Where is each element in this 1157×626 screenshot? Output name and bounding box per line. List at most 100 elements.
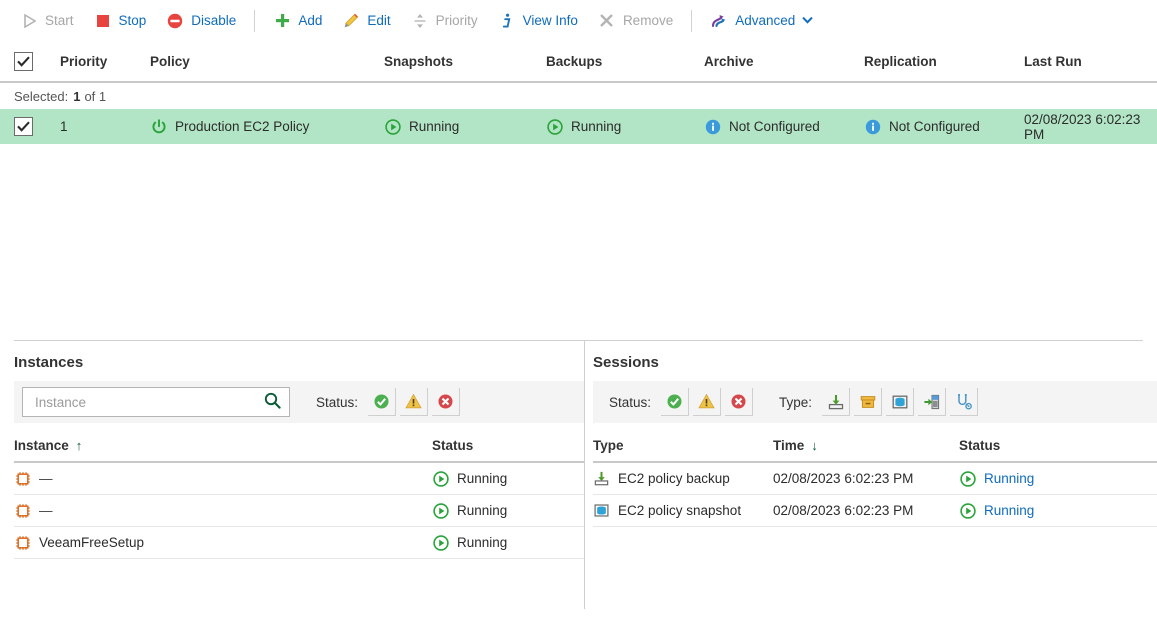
success-filter-icon[interactable] <box>661 388 690 416</box>
running-icon <box>959 470 976 487</box>
success-filter-icon[interactable] <box>368 388 397 416</box>
warning-filter-icon[interactable] <box>693 388 722 416</box>
instance-name-cell: — <box>14 502 432 519</box>
error-filter-icon[interactable] <box>725 388 754 416</box>
sort-descending-icon: ↓ <box>811 437 818 453</box>
cell-replication: Not Configured <box>864 118 1024 135</box>
list-item[interactable]: EC2 policy backup 02/08/2023 6:02:23 PM … <box>593 463 1157 495</box>
running-icon <box>432 534 449 551</box>
session-status[interactable]: Running <box>984 503 1034 518</box>
session-type-cell: EC2 policy backup <box>593 470 773 487</box>
remove-button[interactable]: Remove <box>588 6 683 36</box>
backup-type-icon <box>593 470 610 487</box>
row-checkbox[interactable] <box>14 117 33 136</box>
snapshot-type-icon <box>593 502 610 519</box>
archive-type-icon[interactable] <box>854 388 883 416</box>
toolbar-separator-1 <box>254 9 256 32</box>
disable-label: Disable <box>191 13 237 28</box>
list-item[interactable]: VeeamFreeSetup Running <box>14 527 584 559</box>
view-info-button[interactable]: View Info <box>488 6 588 36</box>
advanced-button[interactable]: Advanced <box>700 6 823 36</box>
session-status[interactable]: Running <box>984 471 1034 486</box>
disable-icon <box>166 12 184 30</box>
selected-label: Selected: <box>14 88 69 104</box>
advanced-icon <box>710 12 728 30</box>
disable-button[interactable]: Disable <box>156 6 246 36</box>
chevron-down-icon <box>802 15 813 27</box>
header-instance[interactable]: Instance ↑ <box>14 438 432 453</box>
sessions-panel: Sessions Status: Type: Type Time ↓ Statu… <box>585 341 1157 609</box>
sessions-title: Sessions <box>593 354 659 371</box>
cell-archive: Not Configured <box>704 118 864 135</box>
cell-backups: Running <box>546 118 704 135</box>
header-instance-status[interactable]: Status <box>432 438 584 453</box>
edit-label: Edit <box>367 13 391 28</box>
add-button[interactable]: Add <box>263 6 332 36</box>
list-item[interactable]: — Running <box>14 495 584 527</box>
stop-button[interactable]: Stop <box>84 6 157 36</box>
cell-snapshots: Running <box>384 118 546 135</box>
priority-icon <box>411 12 429 30</box>
table-row[interactable]: 1 Production EC2 Policy Running Running <box>0 109 1157 144</box>
info-icon <box>498 12 516 30</box>
stop-label: Stop <box>118 13 147 28</box>
header-priority[interactable]: Priority <box>60 54 150 69</box>
instances-table-header: Instance ↑ Status <box>14 429 584 463</box>
header-backups[interactable]: Backups <box>546 54 704 69</box>
search-icon[interactable] <box>264 392 281 412</box>
error-filter-icon[interactable] <box>432 388 461 416</box>
instance-search[interactable] <box>22 387 290 417</box>
backups-status: Running <box>571 119 622 134</box>
ec2-instance-icon <box>14 534 31 551</box>
sessions-table-header: Type Time ↓ Status <box>593 429 1157 463</box>
pencil-icon <box>342 12 360 30</box>
instances-status-label: Status: <box>316 394 359 410</box>
select-all-checkbox[interactable] <box>14 51 33 71</box>
snapshot-type-icon[interactable] <box>886 388 915 416</box>
running-icon <box>432 470 449 487</box>
toolbar: Start Stop Disable Add Edit Priority Vie… <box>0 0 1157 41</box>
ec2-instance-icon <box>14 470 31 487</box>
session-type: EC2 policy backup <box>618 471 730 486</box>
start-label: Start <box>45 13 74 28</box>
header-session-time[interactable]: Time ↓ <box>773 438 959 453</box>
instance-status-cell: Running <box>432 502 584 519</box>
restore-type-icon[interactable] <box>918 388 947 416</box>
running-icon <box>384 118 401 135</box>
session-time: 02/08/2023 6:02:23 PM <box>773 471 914 486</box>
selection-summary: Selected: 1 of 1 <box>0 83 1157 109</box>
policy-grid-empty-area <box>0 144 1157 340</box>
priority-button[interactable]: Priority <box>401 6 488 36</box>
instance-status: Running <box>457 471 508 486</box>
header-snapshots[interactable]: Snapshots <box>384 54 546 69</box>
policy-name: Production EC2 Policy <box>175 119 310 134</box>
header-archive[interactable]: Archive <box>704 54 864 69</box>
start-button[interactable]: Start <box>10 6 84 36</box>
list-item[interactable]: EC2 policy snapshot 02/08/2023 6:02:23 P… <box>593 495 1157 527</box>
selected-count: 1 <box>73 88 81 104</box>
session-type-cell: EC2 policy snapshot <box>593 502 773 519</box>
detail-panels: Instances Status: <box>0 341 1157 609</box>
instances-panel: Instances Status: <box>0 341 585 609</box>
instance-name-cell: — <box>14 470 432 487</box>
policies-view: Start Stop Disable Add Edit Priority Vie… <box>0 0 1157 626</box>
instance-name: — <box>39 471 53 486</box>
header-session-status[interactable]: Status <box>959 438 1157 453</box>
selected-of: of 1 <box>84 88 107 104</box>
info-circle-icon <box>864 118 881 135</box>
header-session-type[interactable]: Type <box>593 438 773 453</box>
instance-status-cell: Running <box>432 470 584 487</box>
list-item[interactable]: — Running <box>14 463 584 495</box>
stop-icon <box>94 12 112 30</box>
instance-name-cell: VeeamFreeSetup <box>14 534 432 551</box>
header-replication[interactable]: Replication <box>864 54 1024 69</box>
backup-type-icon[interactable] <box>822 388 851 416</box>
instances-title: Instances <box>14 354 84 371</box>
instance-name: — <box>39 503 53 518</box>
search-input[interactable] <box>33 393 264 411</box>
header-policy[interactable]: Policy <box>150 54 384 69</box>
edit-button[interactable]: Edit <box>332 6 400 36</box>
health-check-type-icon[interactable] <box>950 388 979 416</box>
header-last-run[interactable]: Last Run <box>1024 54 1157 69</box>
warning-filter-icon[interactable] <box>400 388 429 416</box>
